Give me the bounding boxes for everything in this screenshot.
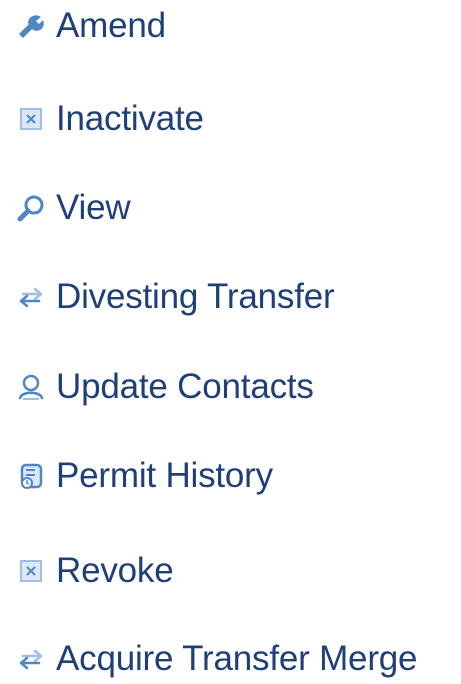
menu-item-amend[interactable]: Amend — [14, 1, 166, 51]
close-box-icon — [14, 554, 48, 588]
menu-item-view[interactable]: View — [14, 183, 131, 233]
action-menu: Amend Inactivate View Divesting Transfer — [0, 0, 461, 682]
wrench-icon — [14, 9, 48, 43]
menu-item-label: Inactivate — [56, 99, 204, 138]
menu-item-label: View — [56, 188, 131, 227]
menu-item-revoke[interactable]: Revoke — [14, 546, 174, 596]
menu-item-label: Permit History — [56, 456, 273, 495]
menu-item-permit-history[interactable]: Permit History — [14, 451, 273, 501]
menu-item-inactivate[interactable]: Inactivate — [14, 94, 204, 144]
menu-item-label: Update Contacts — [56, 367, 314, 406]
menu-item-acquire-transfer-merge[interactable]: Acquire Transfer Merge — [14, 634, 418, 684]
menu-item-update-contacts[interactable]: Update Contacts — [14, 362, 314, 412]
menu-item-label: Divesting Transfer — [56, 277, 335, 316]
menu-item-label: Acquire Transfer Merge — [56, 639, 418, 678]
menu-item-divesting-transfer[interactable]: Divesting Transfer — [14, 272, 335, 322]
magnifier-icon — [14, 191, 48, 225]
transfer-arrows-icon — [14, 642, 48, 676]
close-box-icon — [14, 102, 48, 136]
menu-item-label: Amend — [56, 6, 166, 45]
contact-icon — [14, 370, 48, 404]
history-document-icon — [14, 459, 48, 493]
transfer-arrows-icon — [14, 280, 48, 314]
menu-item-label: Revoke — [56, 551, 174, 590]
